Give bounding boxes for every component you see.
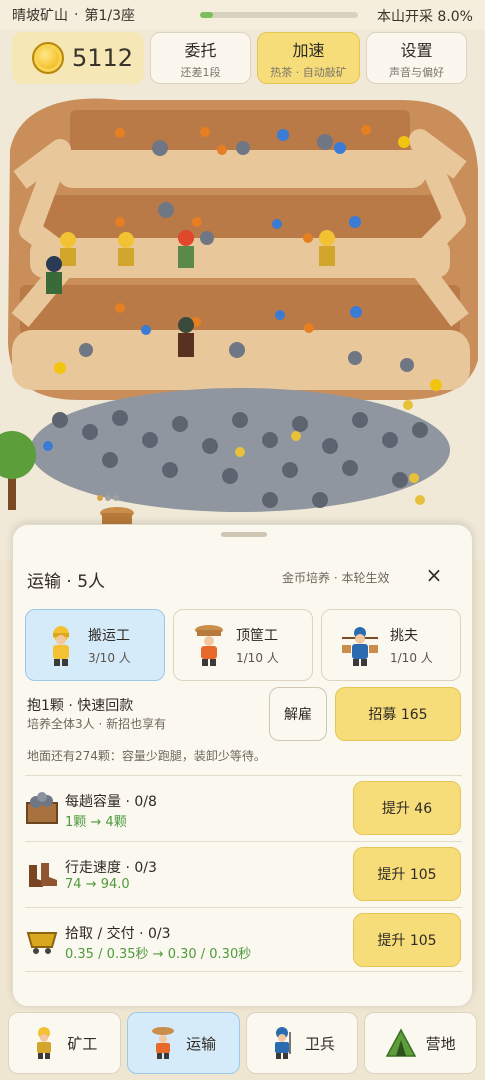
divider — [25, 841, 462, 842]
commission-button[interactable]: 委托 还差1段 — [150, 32, 251, 84]
mine-name: 晴坡矿山 — [12, 8, 68, 24]
worker-card-pole-carrier[interactable]: 挑夫 1/10 人 — [321, 609, 461, 681]
upgrade-capacity-button[interactable]: 提升 46 — [353, 781, 461, 835]
ground-ore-note: 地面还有274颗：容量少跑腿，装卸少等待。 — [27, 749, 266, 763]
mine-progress-bar — [200, 12, 358, 18]
worker-name: 顶筐工 — [236, 627, 278, 644]
settings-button[interactable]: 设置 声音与偏好 — [366, 32, 467, 84]
worker-count: 1/10 人 — [236, 650, 279, 665]
upgrade-pickup-button[interactable]: 提升 105 — [353, 913, 461, 967]
guard-icon — [274, 1027, 291, 1059]
panel-note: 金币培养 · 本轮生效 — [282, 571, 390, 585]
top-bar: 晴坡矿山 · 第1/3座 本山开采 8.0% — [0, 0, 485, 30]
mine-scene[interactable] — [0, 0, 485, 560]
worker-name: 挑夫 — [390, 627, 418, 644]
worker-type-cards: 搬运工 3/10 人 顶筐工 1/10 人 挑夫 1/10 人 — [25, 609, 462, 681]
upgrade-name: 每趟容量 · 0/8 — [65, 794, 157, 810]
divider — [25, 907, 462, 908]
nav-transport[interactable]: 运输 — [126, 1012, 240, 1074]
miner-icon — [37, 1027, 52, 1059]
speed-up-sub: 热茶 · 自动敲矿 — [270, 65, 347, 79]
nav-label: 卫兵 — [304, 1034, 335, 1053]
worker-card-porter[interactable]: 搬运工 3/10 人 — [25, 609, 165, 681]
speed-up-label: 加速 — [292, 40, 325, 60]
pole-carrier-icon — [342, 627, 378, 666]
title-separator: · — [74, 7, 79, 23]
upgrade-value: 1颗 → 4颗 — [65, 815, 127, 830]
carrier-position-dots — [97, 495, 119, 501]
fire-button[interactable]: 解雇 — [269, 687, 327, 741]
upgrade-value: 0.35 / 0.35秒 → 0.30 / 0.30秒 — [65, 947, 252, 962]
perk-description: 培养全体3人 · 新招也享有 — [27, 717, 167, 731]
coin-counter: 5112 — [12, 32, 144, 84]
boots-icon — [29, 863, 57, 887]
settings-sub: 声音与偏好 — [389, 65, 444, 79]
worker-card-basket-carrier[interactable]: 顶筐工 1/10 人 — [173, 609, 313, 681]
camp-tent-icon — [385, 1028, 416, 1057]
transport-icon — [152, 1027, 175, 1059]
divider — [25, 775, 462, 776]
upgrade-speed-button[interactable]: 提升 105 — [353, 847, 461, 901]
worker-name: 搬运工 — [88, 627, 130, 644]
worker-count: 1/10 人 — [390, 650, 433, 665]
bottom-nav: 矿工 运输 卫兵 营地 — [8, 1012, 477, 1074]
upgrade-name: 行走速度 · 0/3 — [65, 860, 157, 876]
transport-panel: 运输 · 5人 金币培养 · 本轮生效 × 搬运工 3/10 人 顶筐工 1/1… — [12, 524, 473, 1007]
mine-index: 第1/3座 — [84, 8, 135, 24]
mine-cart-icon — [26, 932, 58, 954]
speed-up-button[interactable]: 加速 热茶 · 自动敲矿 — [257, 32, 360, 84]
mine-progress-text: 本山开采 8.0% — [376, 9, 473, 25]
upgrade-capacity: 每趟容量 · 0/8 1颗 → 4颗 提升 46 — [25, 779, 462, 837]
nav-label: 运输 — [186, 1034, 217, 1053]
nav-label: 矿工 — [67, 1034, 98, 1053]
worker-count: 3/10 人 — [88, 650, 131, 665]
close-button[interactable]: × — [423, 565, 445, 587]
upgrade-value: 74 → 94.0 — [65, 877, 130, 892]
commission-label: 委托 — [184, 40, 217, 60]
panel-drag-handle[interactable] — [221, 532, 267, 537]
panel-title: 运输 · 5人 — [27, 572, 106, 592]
porter-icon — [53, 626, 69, 666]
coin-icon — [32, 42, 64, 74]
basket-carrier-icon — [195, 625, 223, 666]
nav-miners[interactable]: 矿工 — [8, 1012, 121, 1074]
nav-camp[interactable]: 营地 — [364, 1012, 477, 1074]
delivery-basket[interactable] — [100, 507, 134, 525]
nav-label: 营地 — [425, 1034, 456, 1053]
recruit-button[interactable]: 招募 165 — [335, 687, 461, 741]
divider — [25, 971, 462, 972]
hud-row: 5112 委托 还差1段 加速 热茶 · 自动敲矿 设置 声音与偏好 — [12, 32, 473, 84]
settings-label: 设置 — [400, 40, 433, 60]
nav-guards[interactable]: 卫兵 — [245, 1012, 359, 1074]
terrace-3 — [12, 285, 470, 390]
upgrade-pickup-delivery: 拾取 / 交付 · 0/3 0.35 / 0.35秒 → 0.30 / 0.30… — [25, 911, 462, 969]
upgrade-speed: 行走速度 · 0/3 74 → 94.0 提升 105 — [25, 845, 462, 903]
ore-crate-icon — [26, 792, 58, 824]
mine-progress-fill — [200, 12, 213, 18]
upgrade-name: 拾取 / 交付 · 0/3 — [65, 926, 171, 942]
terrace-2 — [30, 195, 450, 278]
coin-value: 5112 — [72, 44, 134, 72]
ore-rock-pile[interactable] — [30, 388, 450, 512]
commission-sub: 还差1段 — [180, 65, 221, 79]
perk-title: 抱1颗 · 快速回款 — [27, 698, 134, 714]
